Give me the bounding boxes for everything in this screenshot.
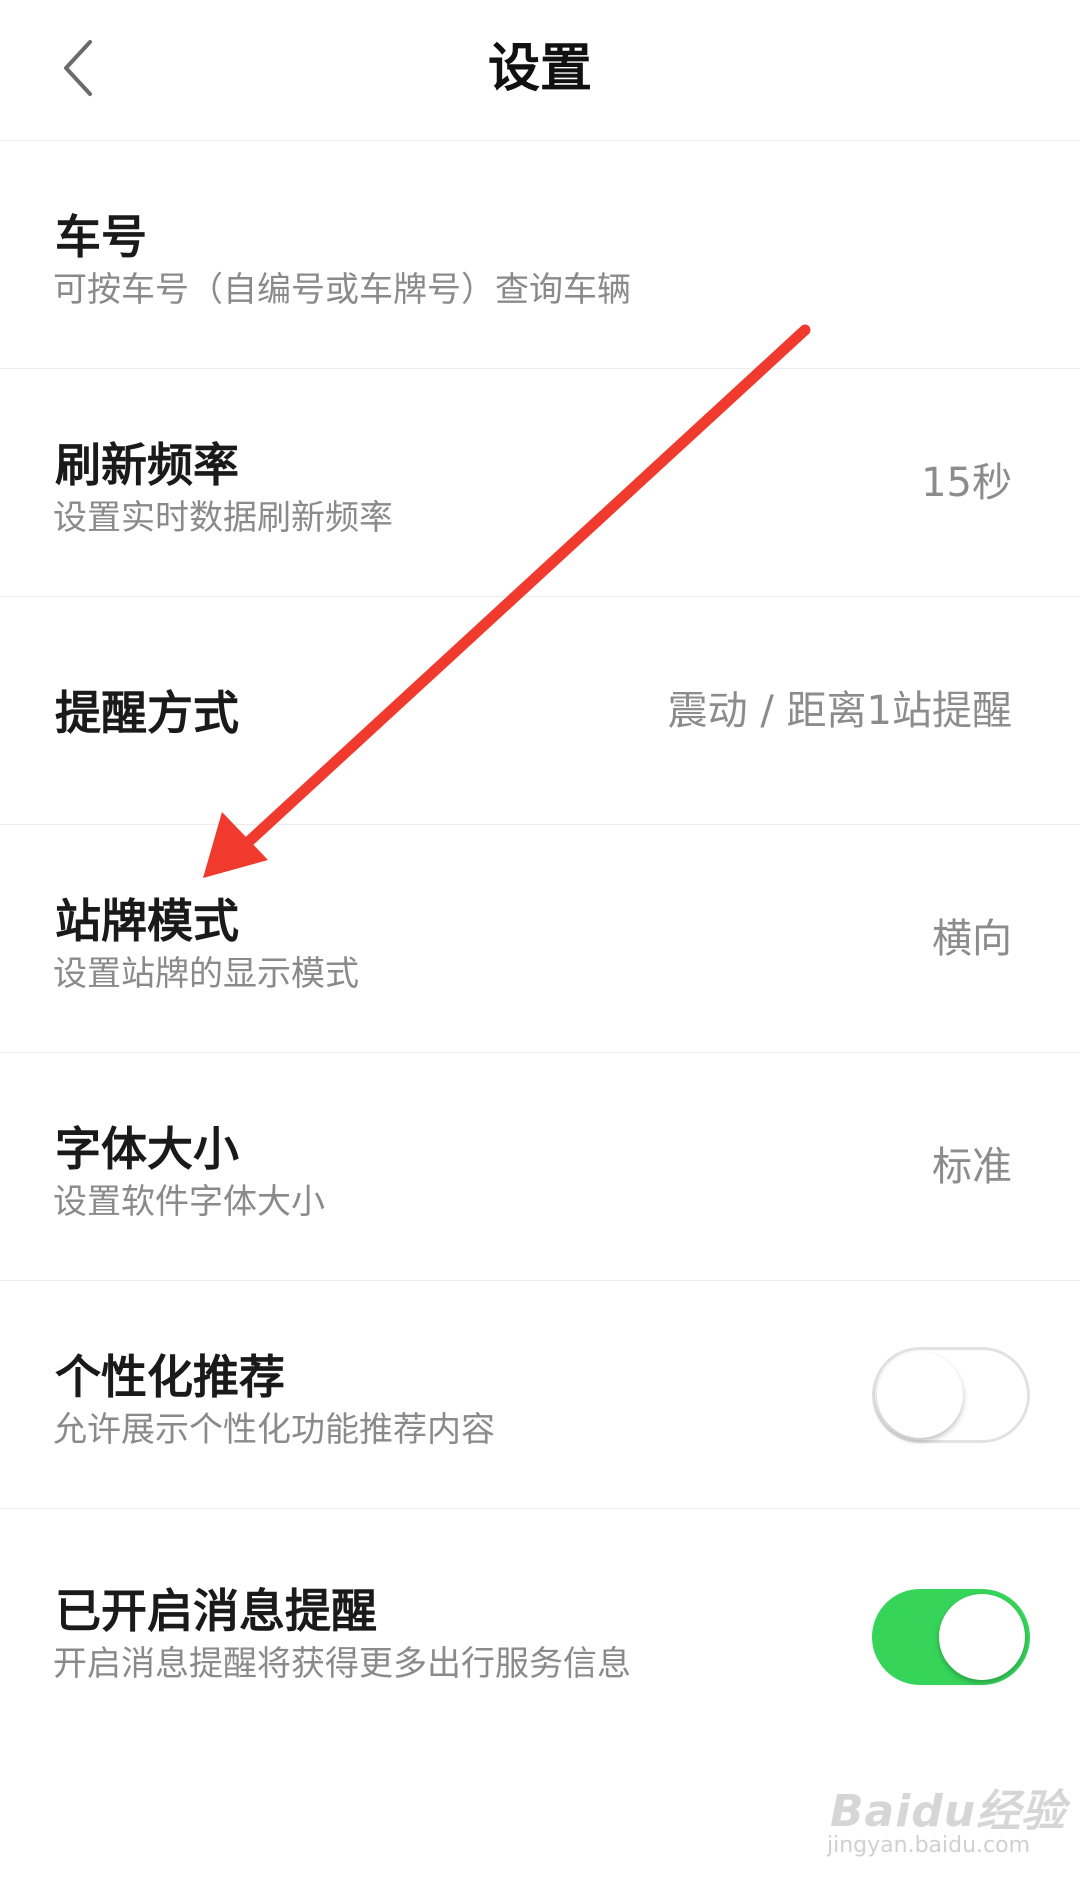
setting-title: 字体大小 — [55, 1122, 239, 1176]
setting-row-reminder-method[interactable]: 提醒方式 震动 / 距离1站提醒 — [0, 597, 1080, 825]
setting-subtitle: 开启消息提醒将获得更多出行服务信息 — [53, 1644, 631, 1684]
setting-value: 15秒 — [921, 460, 1012, 506]
setting-value: 震动 / 距离1站提醒 — [667, 688, 1012, 734]
setting-subtitle: 可按车号（自编号或车牌号）查询车辆 — [53, 270, 631, 310]
watermark-brand: Baidu经验 — [830, 1786, 1067, 1837]
setting-title: 车号 — [55, 210, 147, 264]
baidu-jingyan-watermark: Baidu经验 jingyan.baidu.com — [825, 1775, 1065, 1875]
setting-value: 横向 — [932, 916, 1012, 962]
setting-row-refresh-rate[interactable]: 刷新频率 设置实时数据刷新频率 15秒 — [0, 369, 1080, 597]
toggle-knob — [877, 1352, 963, 1438]
watermark-url: jingyan.baidu.com — [827, 1833, 1031, 1858]
nav-header: 设置 — [0, 0, 1080, 141]
message-notification-toggle[interactable] — [872, 1589, 1030, 1685]
setting-value: 标准 — [932, 1144, 1012, 1190]
personalized-recommendation-toggle[interactable] — [872, 1347, 1030, 1443]
setting-title: 提醒方式 — [55, 686, 239, 740]
setting-subtitle: 允许展示个性化功能推荐内容 — [53, 1410, 495, 1450]
setting-subtitle: 设置实时数据刷新频率 — [53, 498, 393, 538]
setting-title: 已开启消息提醒 — [55, 1584, 377, 1638]
setting-row-font-size[interactable]: 字体大小 设置软件字体大小 标准 — [0, 1053, 1080, 1281]
page-title: 设置 — [487, 39, 592, 99]
setting-title: 个性化推荐 — [55, 1350, 285, 1404]
setting-row-message-notification: 已开启消息提醒 开启消息提醒将获得更多出行服务信息 — [0, 1509, 1080, 1737]
setting-title: 站牌模式 — [55, 894, 239, 948]
setting-row-vehicle-number[interactable]: 车号 可按车号（自编号或车牌号）查询车辆 — [0, 141, 1080, 369]
setting-title: 刷新频率 — [55, 438, 239, 492]
setting-row-stop-sign-mode[interactable]: 站牌模式 设置站牌的显示模式 横向 — [0, 825, 1080, 1053]
setting-subtitle: 设置站牌的显示模式 — [53, 954, 359, 994]
setting-subtitle: 设置软件字体大小 — [53, 1182, 325, 1222]
setting-row-personalized-recommendation: 个性化推荐 允许展示个性化功能推荐内容 — [0, 1281, 1080, 1509]
toggle-knob — [939, 1594, 1025, 1680]
